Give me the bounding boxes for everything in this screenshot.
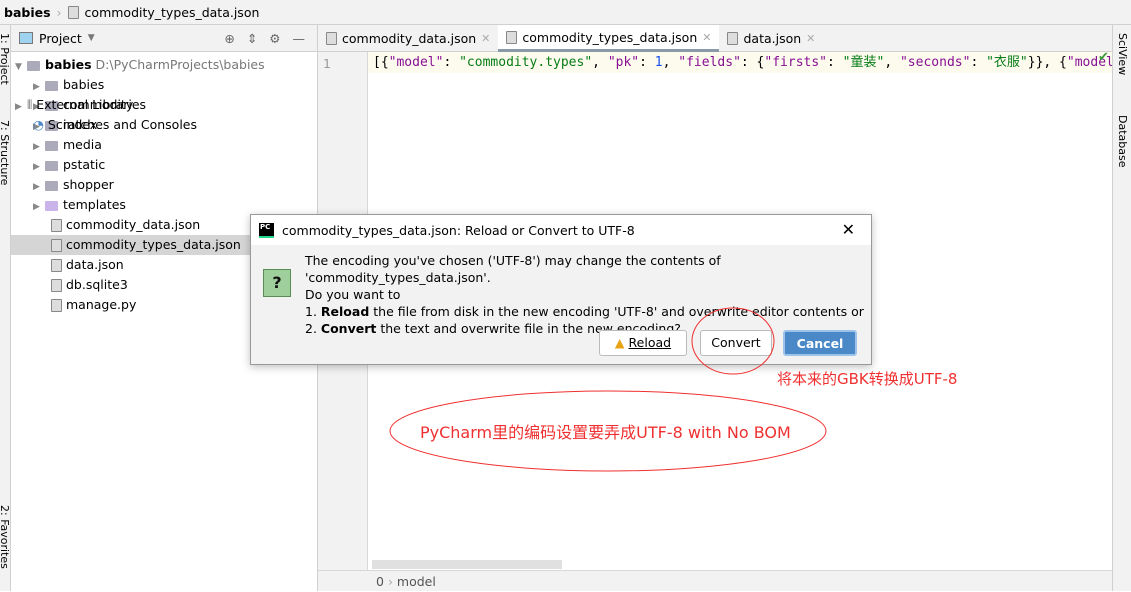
tree-item-label: commodity_types_data.json <box>66 237 241 252</box>
scratches-icon: ◔ <box>33 117 48 132</box>
expand-arrow-icon[interactable]: ▶ <box>33 157 45 177</box>
pycharm-logo-icon: PC <box>259 222 274 238</box>
file-icon <box>51 279 62 292</box>
file-icon <box>51 239 62 252</box>
tree-item[interactable]: ▶ babies <box>11 75 317 95</box>
file-icon <box>51 259 62 272</box>
breadcrumb-file[interactable]: commodity_types_data.json <box>85 5 260 20</box>
editor-tabs: commodity_data.json ✕ commodity_types_data… <box>318 25 1112 52</box>
breadcrumb: babies › commodity_types_data.json <box>0 0 1131 25</box>
expand-arrow-icon[interactable]: ▶ <box>33 77 45 97</box>
line-number: 1 <box>323 56 331 71</box>
left-tool-strip: 1: Project 7: Structure 2: Favorites <box>0 25 11 591</box>
status-pos[interactable]: 0 <box>376 574 384 589</box>
library-icon: ⫴ <box>27 97 37 112</box>
tree-item[interactable]: ▶ pstatic <box>11 155 317 175</box>
json-file-icon <box>727 32 739 45</box>
file-icon <box>51 299 62 312</box>
favorites-tool-button[interactable]: 2: Favorites <box>0 505 11 569</box>
json-file-icon <box>67 5 79 19</box>
tree-item-external-libraries[interactable]: ▶ ⫴ External Libraries <box>11 95 317 115</box>
expand-arrow-icon[interactable]: ▶ <box>33 137 45 157</box>
project-panel-header: Project ▼ ⊕⇕⚙— <box>11 25 317 52</box>
breadcrumb-project[interactable]: babies <box>4 5 51 20</box>
tab[interactable]: data.json ✕ <box>719 25 823 52</box>
tab[interactable]: commodity_types_data.json ✕ <box>498 25 720 52</box>
tree-item-label: data.json <box>66 257 124 272</box>
close-icon[interactable]: ✕ <box>842 220 855 239</box>
close-tab-icon[interactable]: ✕ <box>702 31 711 44</box>
project-view-selector[interactable]: Project <box>39 31 82 46</box>
question-icon: ? <box>263 269 291 297</box>
convert-button[interactable]: Convert <box>700 330 772 356</box>
folder-icon <box>27 60 40 71</box>
project-tree: ▼ babies D:\PyCharmProjects\babies ▶ babie… <box>11 52 317 312</box>
convert-note: 将本来的GBK转换成UTF-8 <box>777 370 958 388</box>
tree-item-label: commodity_data.json <box>66 217 201 232</box>
close-tab-icon[interactable]: ✕ <box>481 32 490 45</box>
dialog-titlebar: PC commodity_types_data.json: Reload or … <box>251 215 871 245</box>
tab-label: data.json <box>743 31 802 46</box>
editor-breadcrumb-bar: 0 › model <box>318 570 1112 591</box>
tab-label: commodity_types_data.json <box>522 29 698 45</box>
project-tool-button[interactable]: 1: Project <box>0 33 11 85</box>
structure-tool-button[interactable]: 7: Structure <box>0 120 11 185</box>
inspection-ok-icon: ✔ <box>1098 50 1109 65</box>
reload-button[interactable]: ▲ Reload <box>599 330 687 356</box>
close-tab-icon[interactable]: ✕ <box>806 32 815 45</box>
right-tool-strip: SciView Database <box>1112 25 1131 591</box>
tree-item-label: db.sqlite3 <box>66 277 128 292</box>
expand-arrow-icon[interactable]: ▶ <box>33 197 45 217</box>
tree-item[interactable]: ▶ templates <box>11 195 317 215</box>
file-icon <box>51 219 62 232</box>
tree-item-label: media <box>63 137 102 152</box>
tree-root[interactable]: ▼ babies D:\PyCharmProjects\babies <box>11 55 317 75</box>
encoding-note: PyCharm里的编码设置要弄成UTF-8 with No BOM <box>420 423 791 442</box>
tree-item-label: babies <box>63 77 105 92</box>
status-path[interactable]: model <box>397 574 436 589</box>
database-tool-button[interactable]: Database <box>1116 115 1129 168</box>
tree-item-label: shopper <box>63 177 114 192</box>
tree-item-scratches[interactable]: ◔ Scratches and Consoles <box>11 115 317 135</box>
tab-label: commodity_data.json <box>342 31 477 46</box>
project-view-icon <box>19 32 33 44</box>
folder-icon <box>45 160 58 171</box>
folder-icon <box>45 200 58 211</box>
tree-item-label: pstatic <box>63 157 106 172</box>
dialog-message: The encoding you've chosen ('UTF-8') may… <box>305 253 864 336</box>
tree-item-label: templates <box>63 197 126 212</box>
editor-line[interactable]: [{"model": "commodity.types", "pk": 1, "… <box>368 52 1112 73</box>
cancel-button[interactable]: Cancel <box>783 330 857 356</box>
sciview-tool-button[interactable]: SciView <box>1116 33 1129 75</box>
folder-icon <box>45 180 58 191</box>
dialog-title: commodity_types_data.json: Reload or Con… <box>282 222 635 238</box>
json-file-icon <box>506 30 518 44</box>
tree-item[interactable]: ▶ media <box>11 135 317 155</box>
tree-item[interactable]: ▶ shopper <box>11 175 317 195</box>
horizontal-scrollbar[interactable] <box>372 560 562 569</box>
json-file-icon <box>326 32 337 45</box>
warning-icon: ▲ <box>614 335 625 350</box>
reload-convert-dialog: PC commodity_types_data.json: Reload or … <box>250 214 872 365</box>
folder-icon <box>45 80 58 91</box>
panel-toolbar-icons[interactable]: ⊕⇕⚙— <box>224 31 317 46</box>
folder-icon <box>45 140 58 151</box>
tab[interactable]: commodity_data.json ✕ <box>318 25 498 52</box>
tree-item-label: manage.py <box>66 297 137 312</box>
expand-arrow-icon[interactable]: ▶ <box>33 177 45 197</box>
